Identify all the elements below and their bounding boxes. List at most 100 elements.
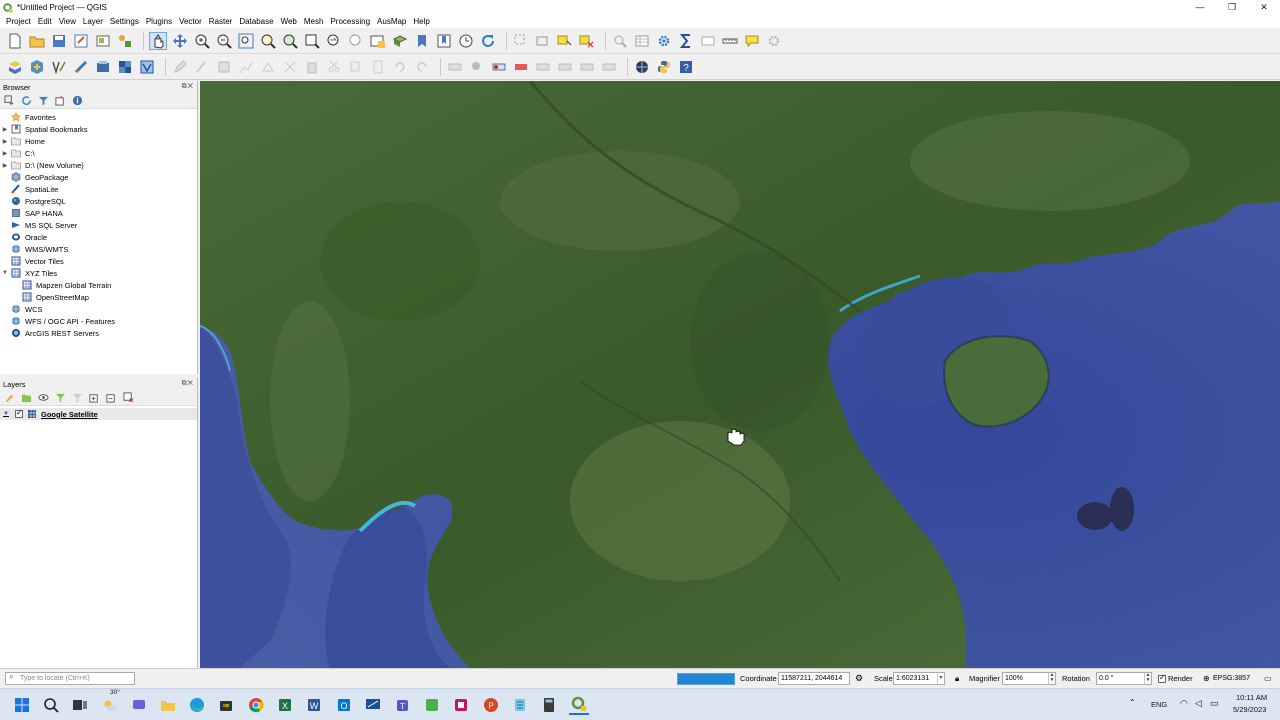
browser-item-c-drive[interactable]: ▶ C:\ (0, 147, 197, 159)
save-project-button[interactable] (50, 32, 68, 50)
store-button[interactable] (216, 695, 236, 715)
browser-item-wcs[interactable]: WCS (0, 303, 197, 315)
zoom-next-button[interactable] (347, 32, 365, 50)
add-delimited-text-button[interactable] (72, 58, 90, 76)
add-virtual-layer-button[interactable] (138, 58, 156, 76)
show-bookmarks-button[interactable] (435, 32, 453, 50)
expand-arrow[interactable]: ▶ (0, 162, 10, 169)
browser-item-home[interactable]: ▶ Home (0, 135, 197, 147)
messages-icon[interactable]: ▭ (1264, 672, 1272, 685)
language-indicator[interactable]: ENG (1151, 700, 1167, 709)
menu-mesh[interactable]: Mesh (304, 17, 324, 26)
highlight-labels-button[interactable] (512, 58, 530, 76)
digitize-button[interactable] (237, 58, 255, 76)
magnifier-spinner-icon[interactable]: ▲ ▼ (1048, 673, 1055, 684)
teams-button[interactable]: T (393, 695, 413, 715)
undo-button[interactable] (391, 58, 409, 76)
collapse-arrow[interactable]: ▼ (0, 270, 10, 276)
menu-edit[interactable]: Edit (38, 17, 52, 26)
collapse-arrow[interactable]: ▼ (3, 411, 11, 417)
show-hidden-icons[interactable]: ⌃ (1129, 698, 1136, 707)
scale-dropdown-icon[interactable]: ▼ (937, 673, 944, 684)
cut-features-button[interactable] (325, 58, 343, 76)
temporal-controller-button[interactable] (457, 32, 475, 50)
menu-raster[interactable]: Raster (209, 17, 233, 26)
crs-globe-icon[interactable]: ⊕ (1203, 672, 1210, 685)
browser-item-favorites[interactable]: Favorites (0, 111, 197, 123)
start-button[interactable] (12, 695, 32, 715)
menu-layer[interactable]: Layer (83, 17, 103, 26)
toggle-extents-icon[interactable]: ⚙ (855, 672, 863, 685)
change-label-button[interactable] (578, 58, 596, 76)
browser-item-oracle[interactable]: Oracle (0, 231, 197, 243)
coordinate-field[interactable]: 11587211, 2044614 (778, 672, 850, 685)
clock-date[interactable]: 5/29/2023 (1233, 705, 1266, 714)
add-wms-layer-button[interactable] (94, 58, 112, 76)
browser-item-mssql[interactable]: MS SQL Server (0, 219, 197, 231)
minimize-button[interactable]: — (1184, 0, 1216, 15)
label-toolbar-button[interactable] (446, 58, 464, 76)
menu-project[interactable]: Project (6, 17, 31, 26)
browser-item-openstreetmap[interactable]: OpenStreetMap (0, 291, 197, 303)
qms-button[interactable] (633, 58, 651, 76)
lock-scale-icon[interactable]: 🔒︎ (955, 672, 959, 685)
menu-ausmap[interactable]: AusMap (377, 17, 406, 26)
remove-layer-button[interactable] (122, 391, 135, 404)
measure-line-button[interactable] (721, 32, 739, 50)
edge-button[interactable] (187, 695, 207, 715)
browser-item-spatialite[interactable]: SpatiaLite (0, 183, 197, 195)
calculator-button[interactable] (539, 695, 559, 715)
attribute-table-button[interactable] (633, 32, 651, 50)
filter-legend-button[interactable] (54, 391, 67, 404)
toggle-editing-button[interactable] (193, 58, 211, 76)
scale-field[interactable]: 1:6023131 ▼ (893, 672, 945, 685)
open-field-calculator-button[interactable] (534, 32, 552, 50)
style-manager-button[interactable] (116, 32, 134, 50)
volume-icon[interactable]: ◁ (1195, 698, 1202, 709)
layer-google-satellite[interactable]: ▼ Google Satellite (0, 408, 197, 420)
open-table-button[interactable] (699, 32, 717, 50)
menu-database[interactable]: Database (239, 17, 273, 26)
crs-label[interactable]: EPSG:3857 (1213, 672, 1250, 685)
menu-web[interactable]: Web (281, 17, 297, 26)
copy-features-button[interactable] (347, 58, 365, 76)
panel-float-close-icon[interactable]: ⧉✕ (182, 83, 194, 91)
help-button[interactable]: ? (677, 58, 695, 76)
menu-processing[interactable]: Processing (330, 17, 370, 26)
new-map-view-button[interactable] (369, 32, 387, 50)
zoom-in-button[interactable] (193, 32, 211, 50)
maximize-button[interactable]: ❐ (1216, 0, 1248, 15)
pin-labels-button[interactable] (468, 58, 486, 76)
browser-item-xyz-tiles[interactable]: ▼ XYZ Tiles (0, 267, 197, 279)
task-view-button[interactable] (70, 695, 90, 715)
measure-identify-button[interactable] (611, 32, 629, 50)
collapse-all-layers-button[interactable] (105, 391, 118, 404)
filter-browser-button[interactable] (37, 94, 50, 107)
browser-item-wms-wmts[interactable]: WMS/WMTS (0, 243, 197, 255)
excel-button[interactable]: X (275, 695, 295, 715)
map-canvas[interactable] (200, 81, 1280, 668)
render-checkbox[interactable] (1158, 673, 1166, 683)
settings-tools-button[interactable] (765, 32, 783, 50)
zoom-out-button[interactable] (215, 32, 233, 50)
browser-item-mapzen-terrain[interactable]: Mapzen Global Terrain (0, 279, 197, 291)
expand-all-button[interactable] (88, 391, 101, 404)
menu-view[interactable]: View (59, 17, 76, 26)
manage-map-themes-button[interactable] (37, 391, 50, 404)
green-app-button[interactable] (422, 695, 442, 715)
expand-arrow[interactable]: ▶ (0, 138, 10, 145)
menu-plugins[interactable]: Plugins (146, 17, 172, 26)
show-hide-labels-button[interactable] (490, 58, 508, 76)
save-as-button[interactable] (72, 32, 90, 50)
panel-float-close-icon[interactable]: ⧉✕ (182, 380, 194, 388)
snip-button[interactable] (451, 695, 471, 715)
file-explorer-button[interactable] (158, 695, 178, 715)
data-source-manager-button[interactable] (6, 58, 24, 76)
zoom-full-button[interactable] (237, 32, 255, 50)
zoom-selection-button[interactable] (259, 32, 277, 50)
zoom-last-button[interactable] (325, 32, 343, 50)
modify-attributes-button[interactable] (281, 58, 299, 76)
add-vector-layer-button[interactable] (50, 58, 68, 76)
collapse-all-button[interactable] (54, 94, 67, 107)
deselect-features-button[interactable] (578, 32, 596, 50)
